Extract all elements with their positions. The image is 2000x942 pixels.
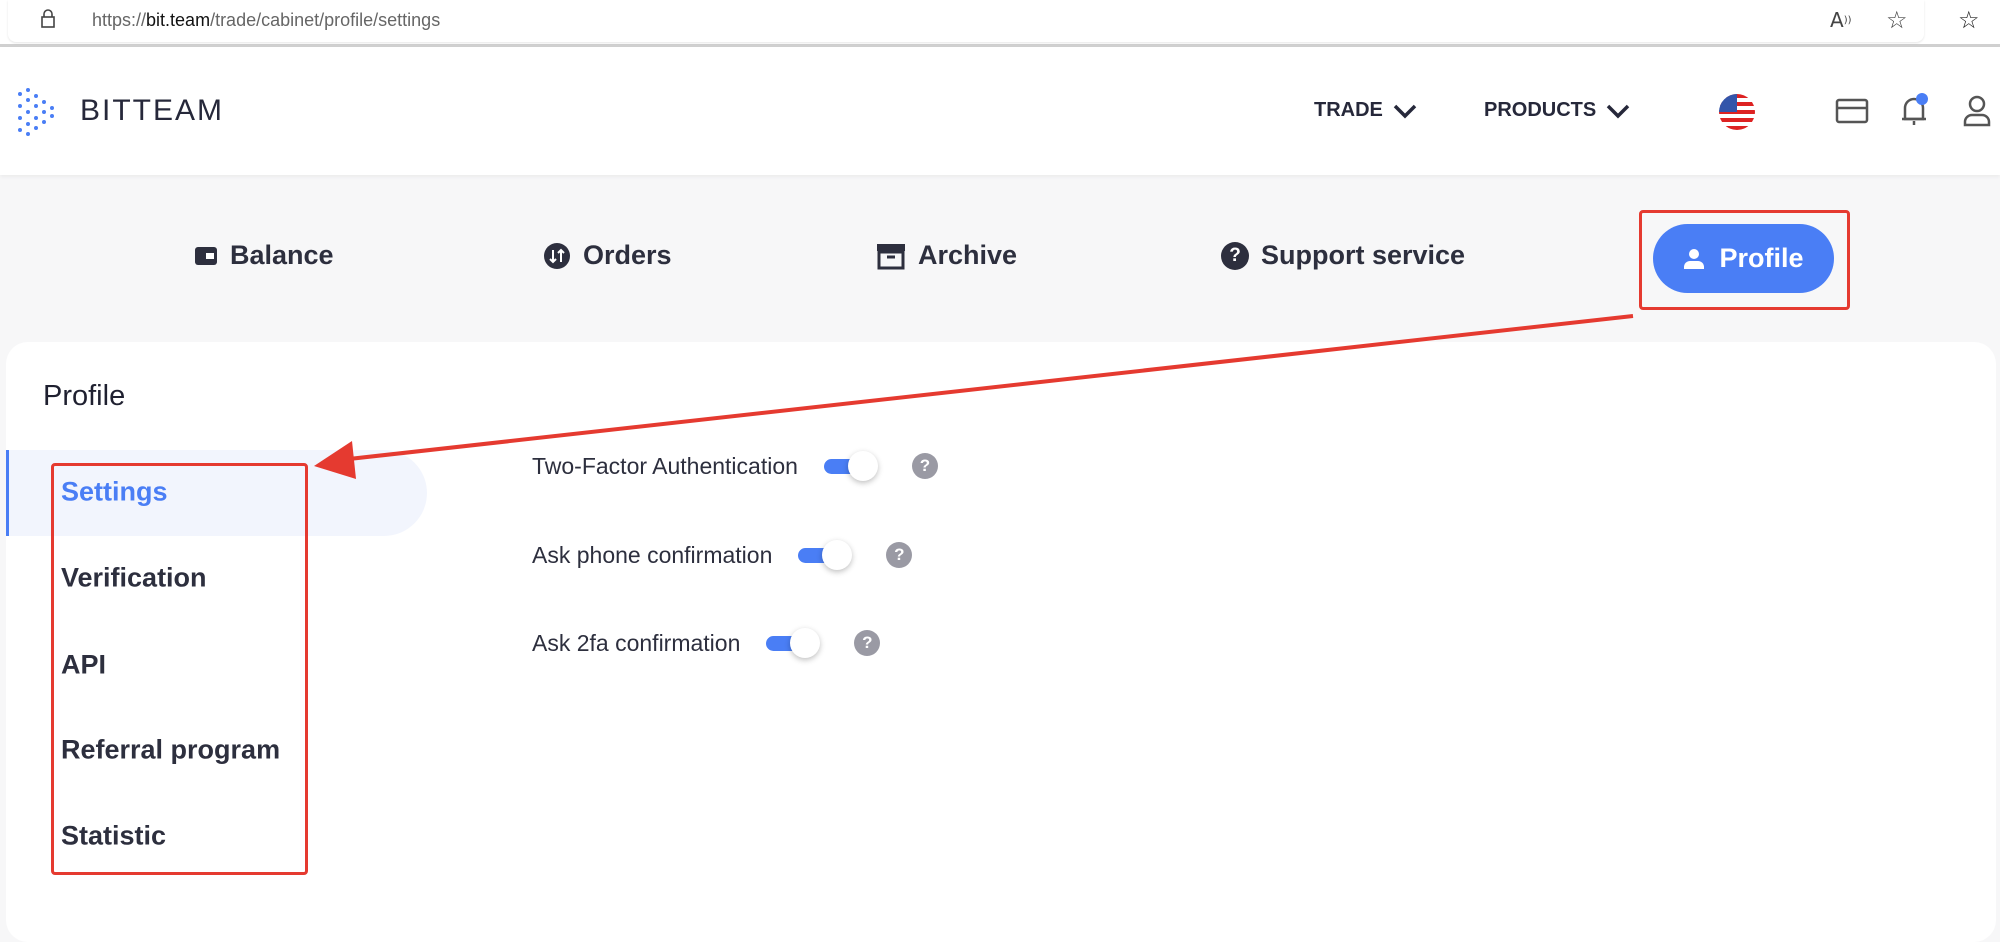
annotation-arrow bbox=[314, 314, 1634, 479]
